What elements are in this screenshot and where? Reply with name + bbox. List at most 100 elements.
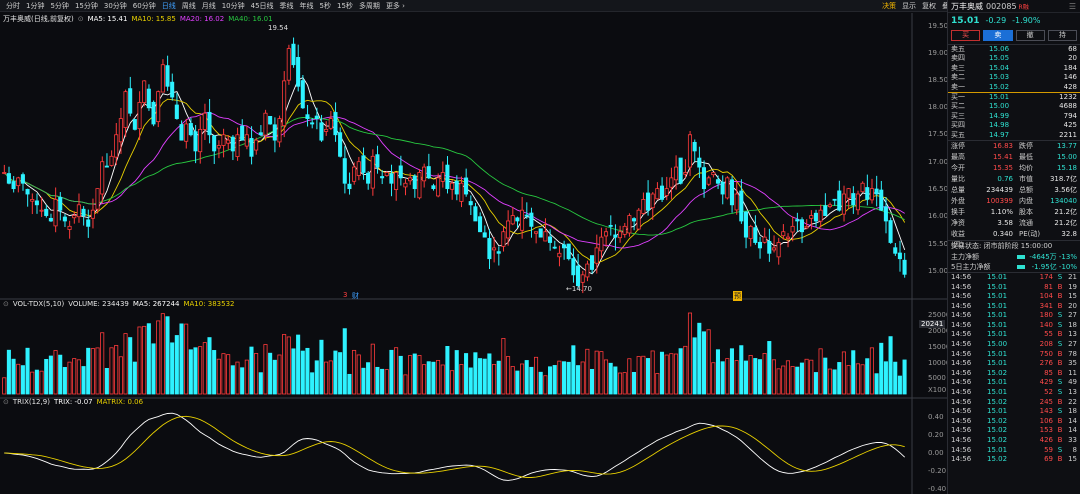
- volume-bar: [879, 342, 884, 395]
- stat-row[interactable]: 换手 1.10% 股本 21.2亿: [948, 207, 1080, 218]
- ma-toggle-icon[interactable]: ⊙: [78, 15, 84, 23]
- holdings-button[interactable]: 持: [1047, 30, 1077, 41]
- tick-time: 14:56: [951, 388, 972, 397]
- period-tab[interactable]: 周线: [179, 0, 199, 12]
- volume-bar: [510, 366, 515, 395]
- trow-row[interactable]: 14:56 15.01 104 B 15: [948, 292, 1080, 302]
- qrow-row[interactable]: 买三 14.99 794: [948, 112, 1080, 121]
- period-tab[interactable]: 分时: [3, 0, 23, 12]
- tick-side: S: [1057, 407, 1063, 416]
- period-tab[interactable]: 年线: [297, 0, 317, 12]
- qrow-row[interactable]: 买五 14.97 2211: [948, 131, 1080, 140]
- period-tab[interactable]: 日线: [159, 0, 179, 12]
- qrow-row[interactable]: 卖五 15.06 68: [948, 45, 1080, 54]
- period-tab[interactable]: 多周期: [356, 0, 383, 12]
- candle-body: [631, 218, 637, 222]
- period-tab[interactable]: 更多 ›: [383, 0, 408, 12]
- period-tab[interactable]: 45日线: [248, 0, 277, 12]
- trow-row[interactable]: 14:56 15.02 69 B 15: [948, 455, 1080, 465]
- event-tag-forecast[interactable]: 预: [733, 291, 742, 301]
- volume-bar: [146, 323, 151, 395]
- trix-toggle-icon[interactable]: ⊙: [3, 398, 9, 406]
- trow-row[interactable]: 14:56 15.01 140 S 18: [948, 321, 1080, 331]
- candle-body: [249, 138, 254, 157]
- last-price: 15.01: [951, 15, 980, 26]
- candle-body: [431, 185, 436, 190]
- menu-icon[interactable]: ☰: [1069, 2, 1076, 11]
- qrow-row[interactable]: 买四 14.98 425: [948, 121, 1080, 130]
- stat-row[interactable]: 最高 15.41 最低 15.00: [948, 152, 1080, 163]
- stat-row[interactable]: 净资 3.58 流通 21.2亿: [948, 218, 1080, 229]
- period-tab[interactable]: 60分钟: [130, 0, 159, 12]
- period-tab[interactable]: 10分钟: [219, 0, 248, 12]
- trow-row[interactable]: 14:56 15.02 106 B 14: [948, 417, 1080, 427]
- tool-button[interactable]: 决策: [879, 0, 899, 12]
- trow-row[interactable]: 14:56 15.01 52 S 13: [948, 388, 1080, 398]
- tick-count: 35: [1068, 359, 1077, 368]
- period-tab[interactable]: 15秒: [334, 0, 356, 12]
- stat-row[interactable]: 收益(四) 0.340 PE(动) 32.8: [948, 229, 1080, 249]
- trow-row[interactable]: 14:56 15.01 55 B 13: [948, 330, 1080, 340]
- tool-button[interactable]: 复权: [919, 0, 939, 12]
- qrow-row[interactable]: 卖四 15.05 20: [948, 54, 1080, 63]
- period-tab[interactable]: 月线: [199, 0, 219, 12]
- volume-bar: [762, 353, 767, 395]
- trow-row[interactable]: 14:56 15.02 85 B 11: [948, 369, 1080, 379]
- trow-row[interactable]: 14:56 15.02 426 B 33: [948, 436, 1080, 446]
- tick-time: 14:56: [951, 320, 972, 329]
- trix-tick-label: 0.00: [928, 449, 944, 457]
- flow-row[interactable]: 5日主力净额 -1.95亿 -10%: [948, 262, 1080, 272]
- volume-bar: [342, 328, 347, 395]
- quote-price: 15.00: [989, 102, 1010, 111]
- event-tag-finance[interactable]: 财: [352, 291, 359, 301]
- period-tab[interactable]: 5秒: [317, 0, 334, 12]
- cancel-order-button[interactable]: 撤: [1015, 30, 1045, 41]
- volume-bar: [851, 350, 856, 395]
- trow-row[interactable]: 14:56 15.01 341 B 20: [948, 302, 1080, 312]
- stat-row[interactable]: 涨停 16.83 跌停 13.77: [948, 141, 1080, 152]
- stat-row[interactable]: 今开 15.35 均价 15.18: [948, 163, 1080, 174]
- period-tab[interactable]: 5分钟: [47, 0, 71, 12]
- tick-count: 27: [1068, 311, 1077, 320]
- volume-bar: [506, 356, 511, 395]
- period-tab[interactable]: 15分钟: [72, 0, 101, 12]
- vol-toggle-icon[interactable]: ⊙: [3, 300, 9, 308]
- qrow-row[interactable]: 买一 15.01 1232: [948, 93, 1080, 102]
- trow-row[interactable]: 14:56 15.02 245 B 22: [948, 398, 1080, 408]
- tool-button[interactable]: 显示: [899, 0, 919, 12]
- trow-row[interactable]: 14:56 15.01 276 B 35: [948, 359, 1080, 369]
- quote-price: 14.98: [989, 121, 1010, 130]
- volume-bar: [296, 334, 301, 395]
- trow-row[interactable]: 14:56 15.01 81 B 19: [948, 283, 1080, 293]
- tick-count: 11: [1068, 368, 1077, 377]
- stat-row[interactable]: 总量 234439 总额 3.56亿: [948, 185, 1080, 196]
- stat-row[interactable]: 外盘 100399 内盘 134040: [948, 196, 1080, 207]
- period-tab[interactable]: 季线: [277, 0, 297, 12]
- sell-button[interactable]: 卖: [983, 30, 1013, 41]
- stat-value: 16.83: [992, 141, 1013, 150]
- stat-label: 净资: [951, 218, 965, 227]
- quote-volume: 68: [1068, 45, 1077, 53]
- event-tag-3[interactable]: 3: [343, 291, 347, 299]
- buy-button[interactable]: 买: [951, 30, 981, 41]
- trow-row[interactable]: 14:56 15.02 153 B 14: [948, 426, 1080, 436]
- trow-row[interactable]: 14:56 15.00 208 S 27: [948, 340, 1080, 350]
- qrow-row[interactable]: 买二 15.00 4688: [948, 102, 1080, 111]
- trow-row[interactable]: 14:56 15.01 750 B 78: [948, 350, 1080, 360]
- period-tab[interactable]: 1分钟: [23, 0, 47, 12]
- period-tab[interactable]: 30分钟: [101, 0, 130, 12]
- qrow-row[interactable]: 卖二 15.03 146: [948, 73, 1080, 82]
- volume-bar: [515, 370, 520, 395]
- trow-row[interactable]: 14:56 15.01 143 S 18: [948, 407, 1080, 417]
- trow-row[interactable]: 14:56 15.01 174 S 21: [948, 273, 1080, 283]
- candle-body: [781, 231, 786, 237]
- trow-row[interactable]: 14:56 15.01 429 S 49: [948, 378, 1080, 388]
- qrow-row[interactable]: 卖一 15.02 428: [948, 83, 1080, 92]
- qrow-row[interactable]: 卖三 15.04 184: [948, 64, 1080, 73]
- trow-row[interactable]: 14:56 15.01 59 S 8: [948, 446, 1080, 456]
- stat-row[interactable]: 量比 0.76 市值 318.7亿: [948, 174, 1080, 185]
- volume-bar: [445, 345, 450, 395]
- trow-row[interactable]: 14:56 15.01 180 S 27: [948, 311, 1080, 321]
- flow-row[interactable]: 主力净额 -4645万 -13%: [948, 252, 1080, 262]
- kline-chart[interactable]: [0, 13, 947, 494]
